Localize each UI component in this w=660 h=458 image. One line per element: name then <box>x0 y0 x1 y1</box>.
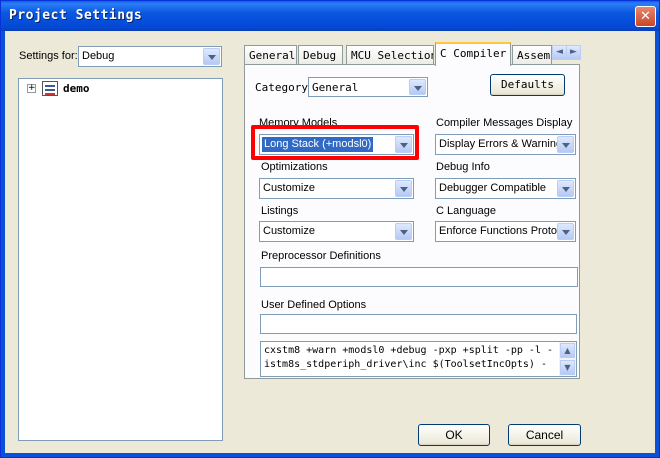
scroll-up-icon[interactable]: ▲ <box>560 343 575 358</box>
user-defined-input[interactable] <box>260 314 577 334</box>
optimizations-value: Customize <box>263 182 315 194</box>
compiler-messages-value: Display Errors & Warning <box>439 138 557 150</box>
chevron-down-icon[interactable] <box>557 136 574 153</box>
command-line-1: cxstm8 +warn +modsl0 +debug -pxp +split … <box>264 345 553 356</box>
listings-value: Customize <box>263 225 315 237</box>
tab-debug[interactable]: Debug <box>298 45 343 65</box>
debug-info-select[interactable]: Debugger Compatible <box>435 178 576 199</box>
command-line-scrollbar[interactable]: ▲ ▼ <box>559 342 576 376</box>
scroll-down-icon[interactable]: ▼ <box>560 360 575 375</box>
window-border-bottom <box>1 453 659 457</box>
ok-button[interactable]: OK <box>418 424 490 446</box>
chevron-down-icon[interactable] <box>557 180 574 197</box>
chevron-down-icon[interactable] <box>203 48 220 65</box>
settings-for-value: Debug <box>82 50 115 62</box>
compiler-messages-select[interactable]: Display Errors & Warning <box>435 134 576 155</box>
category-value: General <box>312 81 359 94</box>
compiler-messages-label: Compiler Messages Display <box>436 117 573 129</box>
window-border-right <box>655 31 659 457</box>
cancel-button[interactable]: Cancel <box>508 424 581 446</box>
tab-scroll-left-icon[interactable]: ◄ <box>552 45 567 60</box>
settings-for-select[interactable]: Debug <box>78 46 222 67</box>
preprocessor-input[interactable] <box>260 267 578 287</box>
command-line-textarea[interactable]: cxstm8 +warn +modsl0 +debug -pxp +split … <box>260 341 577 377</box>
listings-select[interactable]: Customize <box>259 221 414 242</box>
user-defined-label: User Defined Options <box>261 299 367 311</box>
chevron-down-icon[interactable] <box>395 223 412 240</box>
project-settings-dialog: Project Settings ✕ Settings for: Debug +… <box>0 0 660 458</box>
debug-info-label: Debug Info <box>436 161 490 173</box>
preprocessor-label: Preprocessor Definitions <box>261 250 381 262</box>
optimizations-label: Optimizations <box>261 161 328 173</box>
optimizations-select[interactable]: Customize <box>259 178 414 199</box>
tree-item-demo[interactable]: demo <box>63 82 90 95</box>
tab-general[interactable]: General <box>244 45 297 65</box>
project-tree[interactable]: + demo <box>18 78 223 441</box>
tab-mcu-selection[interactable]: MCU Selection <box>346 45 434 65</box>
chevron-down-icon[interactable] <box>557 223 574 240</box>
close-button[interactable]: ✕ <box>635 6 656 27</box>
tab-c-compiler[interactable]: C Compiler <box>435 42 511 66</box>
defaults-button[interactable]: Defaults <box>490 74 565 96</box>
tab-scroll-right-icon[interactable]: ► <box>566 45 581 60</box>
chevron-down-icon[interactable] <box>409 79 426 95</box>
settings-for-label: Settings for: <box>19 50 78 62</box>
tab-assembler[interactable]: Assembler <box>512 45 552 65</box>
tree-expand-icon[interactable]: + <box>27 84 36 93</box>
category-select[interactable]: General <box>308 77 428 97</box>
category-label: Category <box>255 81 308 94</box>
window-title: Project Settings <box>9 8 143 23</box>
red-highlight-box <box>251 125 419 160</box>
title-bar: Project Settings ✕ <box>1 1 659 31</box>
c-language-select[interactable]: Enforce Functions Protot <box>435 221 576 242</box>
c-language-value: Enforce Functions Protot <box>439 225 557 237</box>
project-icon <box>42 81 58 96</box>
listings-label: Listings <box>261 205 299 217</box>
c-language-label: C Language <box>436 205 496 217</box>
window-border-left <box>1 31 5 457</box>
chevron-down-icon[interactable] <box>395 180 412 197</box>
command-line-2: istm8s_stdperiph_driver\inc $(ToolsetInc… <box>264 359 547 370</box>
debug-info-value: Debugger Compatible <box>439 182 547 194</box>
